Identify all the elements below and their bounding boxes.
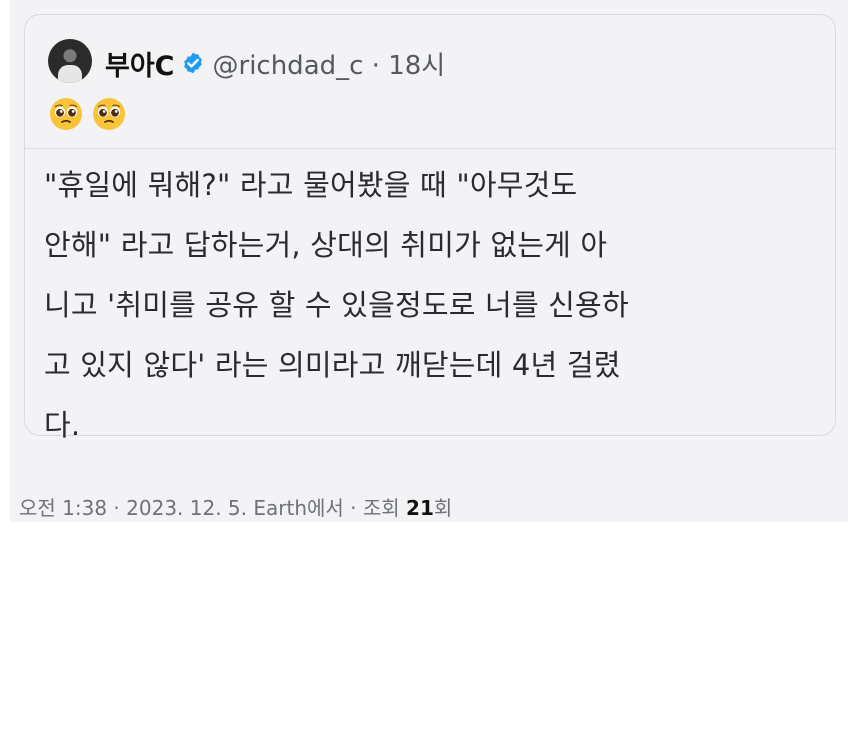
author-handle-and-time[interactable]: @richdad_c · 18시 [213,45,446,82]
tweet-text-line: 안해" 라고 답하는거, 상대의 취미가 없는게 아 [44,228,608,262]
pleading-face-emoji-icon [93,98,125,130]
views-count: 21 [406,496,434,520]
tweet-text: "휴일에 뭐해?" 라고 물어봤을 때 "아무것도 안해" 라고 답하는거, 상… [44,155,834,455]
author-name[interactable]: 부아C [105,44,175,83]
tweet-text-line: 니고 '취미를 공유 할 수 있을정도로 너를 신용하 [44,288,629,322]
author-row: 부아C @richdad_c · 18시 [105,44,446,83]
verified-badge-icon [183,52,202,74]
emoji-row [49,97,126,131]
tweet-text-line: 고 있지 않다' 라는 의미라고 깨닫는데 4년 걸렸 [44,348,621,382]
card-divider [25,148,835,149]
author-avatar[interactable] [48,39,92,83]
tweet-text-line: 다. [44,408,81,442]
tweet-text-line: "휴일에 뭐해?" 라고 물어봤을 때 "아무것도 [44,168,578,202]
post-time-and-source[interactable]: 오전 1:38 · 2023. 12. 5. Earth에서 · 조회 [19,496,406,520]
tweet-meta: 오전 1:38 · 2023. 12. 5. Earth에서 · 조회 21회 [19,492,452,521]
screenshot-crop: 부아C @richdad_c · 18시 "휴일에 뭐해?" 라고 물어봤을 때… [10,0,848,522]
views-suffix: 회 [433,496,453,520]
quoted-tweet-card[interactable]: 부아C @richdad_c · 18시 "휴일에 뭐해?" 라고 물어봤을 때… [24,14,836,442]
pleading-face-emoji-icon [50,98,82,130]
